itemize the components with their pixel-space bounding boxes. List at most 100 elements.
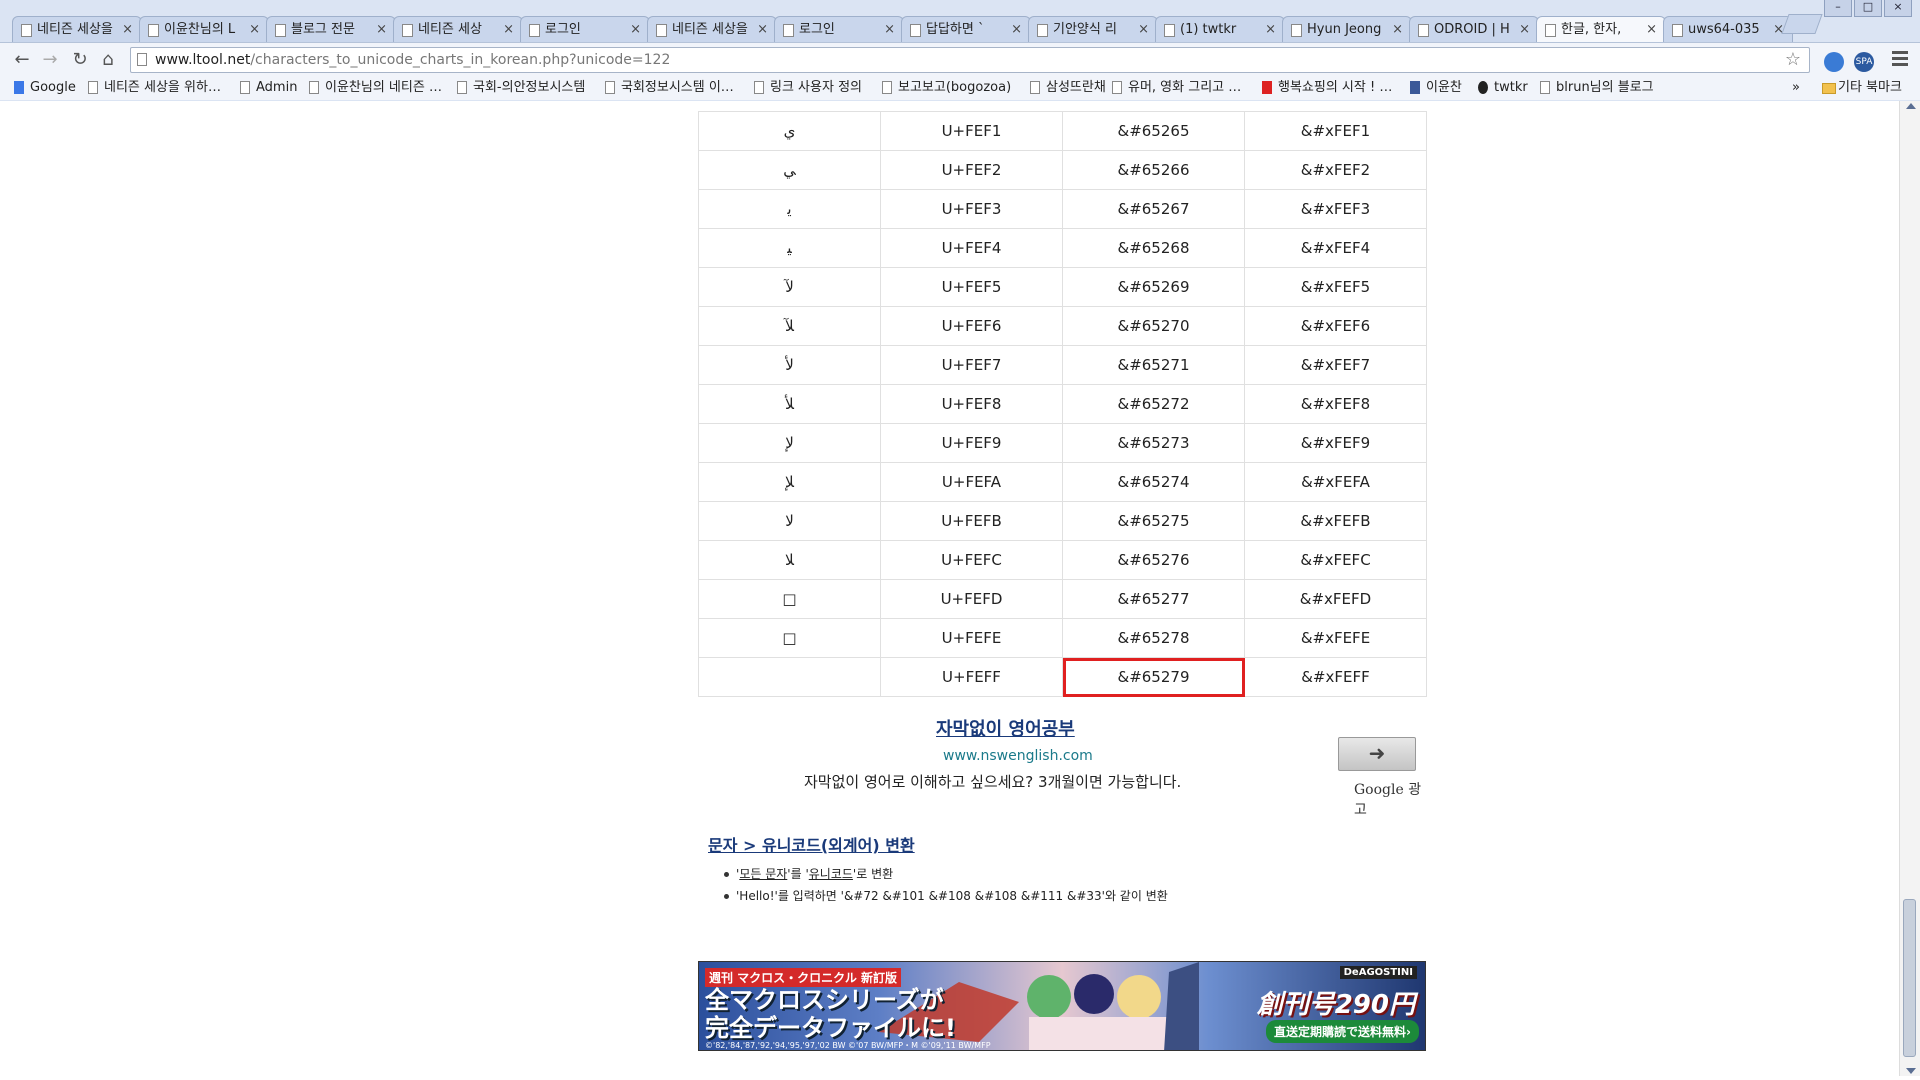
cell-char: ﻼ (698, 540, 881, 580)
twtkr-icon (1478, 81, 1488, 94)
page-icon (882, 81, 892, 94)
address-bar[interactable]: www.ltool.net/characters_to_unicode_char… (130, 47, 1810, 73)
tab[interactable]: 한글, 한자, × (1536, 16, 1666, 42)
cell-code: U+FEF3 (880, 189, 1063, 229)
close-icon[interactable]: × (1392, 17, 1403, 42)
ad-arrow-button[interactable]: ➜ (1338, 737, 1416, 771)
close-icon[interactable]: × (503, 17, 514, 42)
cell-dec: &#65275 (1062, 501, 1245, 541)
banner-cta-button[interactable]: 直送定期購読で送料無料› (1266, 1020, 1419, 1043)
bookmark-item[interactable]: blrun님의 블로그 (1538, 79, 1654, 97)
close-icon[interactable]: × (757, 17, 768, 42)
page-icon (137, 53, 147, 66)
tab-title: Hyun Jeong (1307, 22, 1382, 37)
close-icon[interactable]: × (630, 17, 641, 42)
cell-code: U+FEF5 (880, 267, 1063, 307)
tab[interactable]: 로그인 × (774, 16, 904, 42)
cell-code: U+FEFD (880, 579, 1063, 619)
unicode-link[interactable]: 유니코드 (809, 867, 853, 881)
cell-hex: &#xFEFE (1244, 618, 1427, 658)
bookmark-star-icon[interactable]: ☆ (1785, 48, 1801, 72)
scroll-thumb[interactable] (1903, 899, 1916, 1057)
other-bookmarks-folder[interactable]: 기타 북마크 (1820, 79, 1902, 97)
forward-button[interactable]: → (38, 48, 62, 72)
cell-char: ﻱ (698, 111, 881, 151)
close-icon[interactable]: × (376, 17, 387, 42)
close-icon[interactable]: × (1138, 17, 1149, 42)
close-icon[interactable]: × (1265, 17, 1276, 42)
headline-line-2: 完全データファイルに! (705, 1014, 956, 1042)
bookmark-item[interactable]: Admin (238, 79, 297, 97)
bookmark-label: 삼성뜨란채 (1046, 80, 1106, 95)
bookmark-item[interactable]: Google (12, 79, 76, 97)
tab[interactable]: 네티즌 세상을 × (12, 16, 142, 42)
bookmark-item[interactable]: 삼성뜨란채 (1028, 79, 1106, 97)
cell-char: ﻹ (698, 423, 881, 463)
bookmark-label: 국회-의안정보시스템 (473, 80, 586, 95)
bookmark-item[interactable]: 유머, 영화 그리고 … (1110, 79, 1241, 97)
vertical-scrollbar[interactable] (1899, 101, 1920, 1076)
close-icon[interactable]: × (1646, 17, 1657, 42)
cell-dec: &#65266 (1062, 150, 1245, 190)
bookmark-label: 이윤찬님의 네티즌 … (325, 80, 442, 95)
cell-dec: &#65273 (1062, 423, 1245, 463)
bookmarks-more-button[interactable]: » (1792, 79, 1800, 97)
tab[interactable]: Hyun Jeong × (1282, 16, 1412, 42)
table-row: ﻺ U+FEFA &#65274 &#xFEFA (698, 462, 1427, 502)
tab[interactable]: 로그인 × (520, 16, 650, 42)
bookmark-item[interactable]: 국회-의안정보시스템 (455, 79, 585, 97)
cell-hex: &#xFEF2 (1244, 150, 1427, 190)
close-icon[interactable]: × (1519, 17, 1530, 42)
table-row: ﻼ U+FEFC &#65276 &#xFEFC (698, 540, 1427, 580)
tab[interactable]: 블로그 전문 × (266, 16, 396, 42)
table-row: ﻵ U+FEF5 &#65269 &#xFEF5 (698, 267, 1427, 307)
bookmark-item[interactable]: 보고보고(bogozoa) (880, 79, 1011, 97)
google-ad-label[interactable]: Google 광고 (1354, 779, 1426, 819)
cell-char: ﻵ (698, 267, 881, 307)
reload-button[interactable]: ↻ (68, 48, 92, 72)
bookmark-label: 행복쇼핑의 시작 ! … (1278, 80, 1393, 95)
tab[interactable]: 네티즌 세상 × (393, 16, 523, 42)
tab[interactable]: 기안양식 리 × (1028, 16, 1158, 42)
macross-banner-ad[interactable]: 週刊 マクロス・クロニクル 新訂版 全マクロスシリーズが 完全データファイルに! … (698, 961, 1426, 1051)
section-title-link[interactable]: 문자 > 유니코드(외계어) 변환 (708, 832, 915, 856)
close-icon[interactable]: × (122, 17, 133, 42)
page-icon (1540, 81, 1550, 94)
tab[interactable]: (1) twtkr × (1155, 16, 1285, 42)
cell-hex: &#xFEFC (1244, 540, 1427, 580)
close-icon[interactable]: × (1011, 17, 1022, 42)
bookmark-item[interactable]: 이윤찬님의 네티즌 … (307, 79, 442, 97)
page-icon (275, 24, 286, 37)
menu-icon[interactable] (1892, 51, 1908, 67)
ad-title-link[interactable]: 자막없이 영어공부 (936, 715, 1075, 741)
tab[interactable]: 답답하면 ` × (901, 16, 1031, 42)
bookmark-item[interactable]: 행복쇼핑의 시작 ! … (1260, 79, 1392, 97)
minimize-button[interactable]: – (1824, 0, 1852, 17)
ad-url-link[interactable]: www.nswenglish.com (943, 748, 1093, 764)
tab[interactable]: 네티즌 세상을 × (647, 16, 777, 42)
page-icon (529, 24, 540, 37)
tab[interactable]: uws64-035 × (1663, 16, 1793, 42)
cell-char: ﻳ (698, 189, 881, 229)
bookmark-item[interactable]: twtkr (1476, 79, 1528, 97)
new-tab-button[interactable] (1781, 14, 1823, 34)
scroll-down-arrow-icon[interactable] (1906, 1068, 1916, 1074)
back-button[interactable]: ← (10, 48, 34, 72)
spa-extension-icon[interactable]: SPA (1854, 52, 1874, 72)
bookmark-item[interactable]: 국회정보시스템 이… (603, 79, 734, 97)
tab[interactable]: 이윤찬님의 L × (139, 16, 269, 42)
cell-code: U+FEFF (880, 657, 1063, 697)
close-icon[interactable]: × (884, 17, 895, 42)
close-window-button[interactable]: × (1884, 0, 1912, 17)
close-icon[interactable]: × (249, 17, 260, 42)
bookmark-item[interactable]: 네티즌 세상을 위하… (86, 79, 221, 97)
tab-title: 네티즌 세상을 (672, 22, 748, 37)
tab[interactable]: ODROID | H × (1409, 16, 1539, 42)
all-chars-link[interactable]: 모든 문자 (739, 867, 787, 881)
scroll-up-arrow-icon[interactable] (1906, 103, 1916, 109)
maximize-button[interactable]: □ (1854, 0, 1882, 17)
extension-icon[interactable] (1824, 52, 1844, 72)
home-button[interactable]: ⌂ (96, 48, 120, 72)
bookmark-item[interactable]: 이윤찬 (1408, 79, 1462, 97)
bookmark-item[interactable]: 링크 사용자 정의 (752, 79, 862, 97)
